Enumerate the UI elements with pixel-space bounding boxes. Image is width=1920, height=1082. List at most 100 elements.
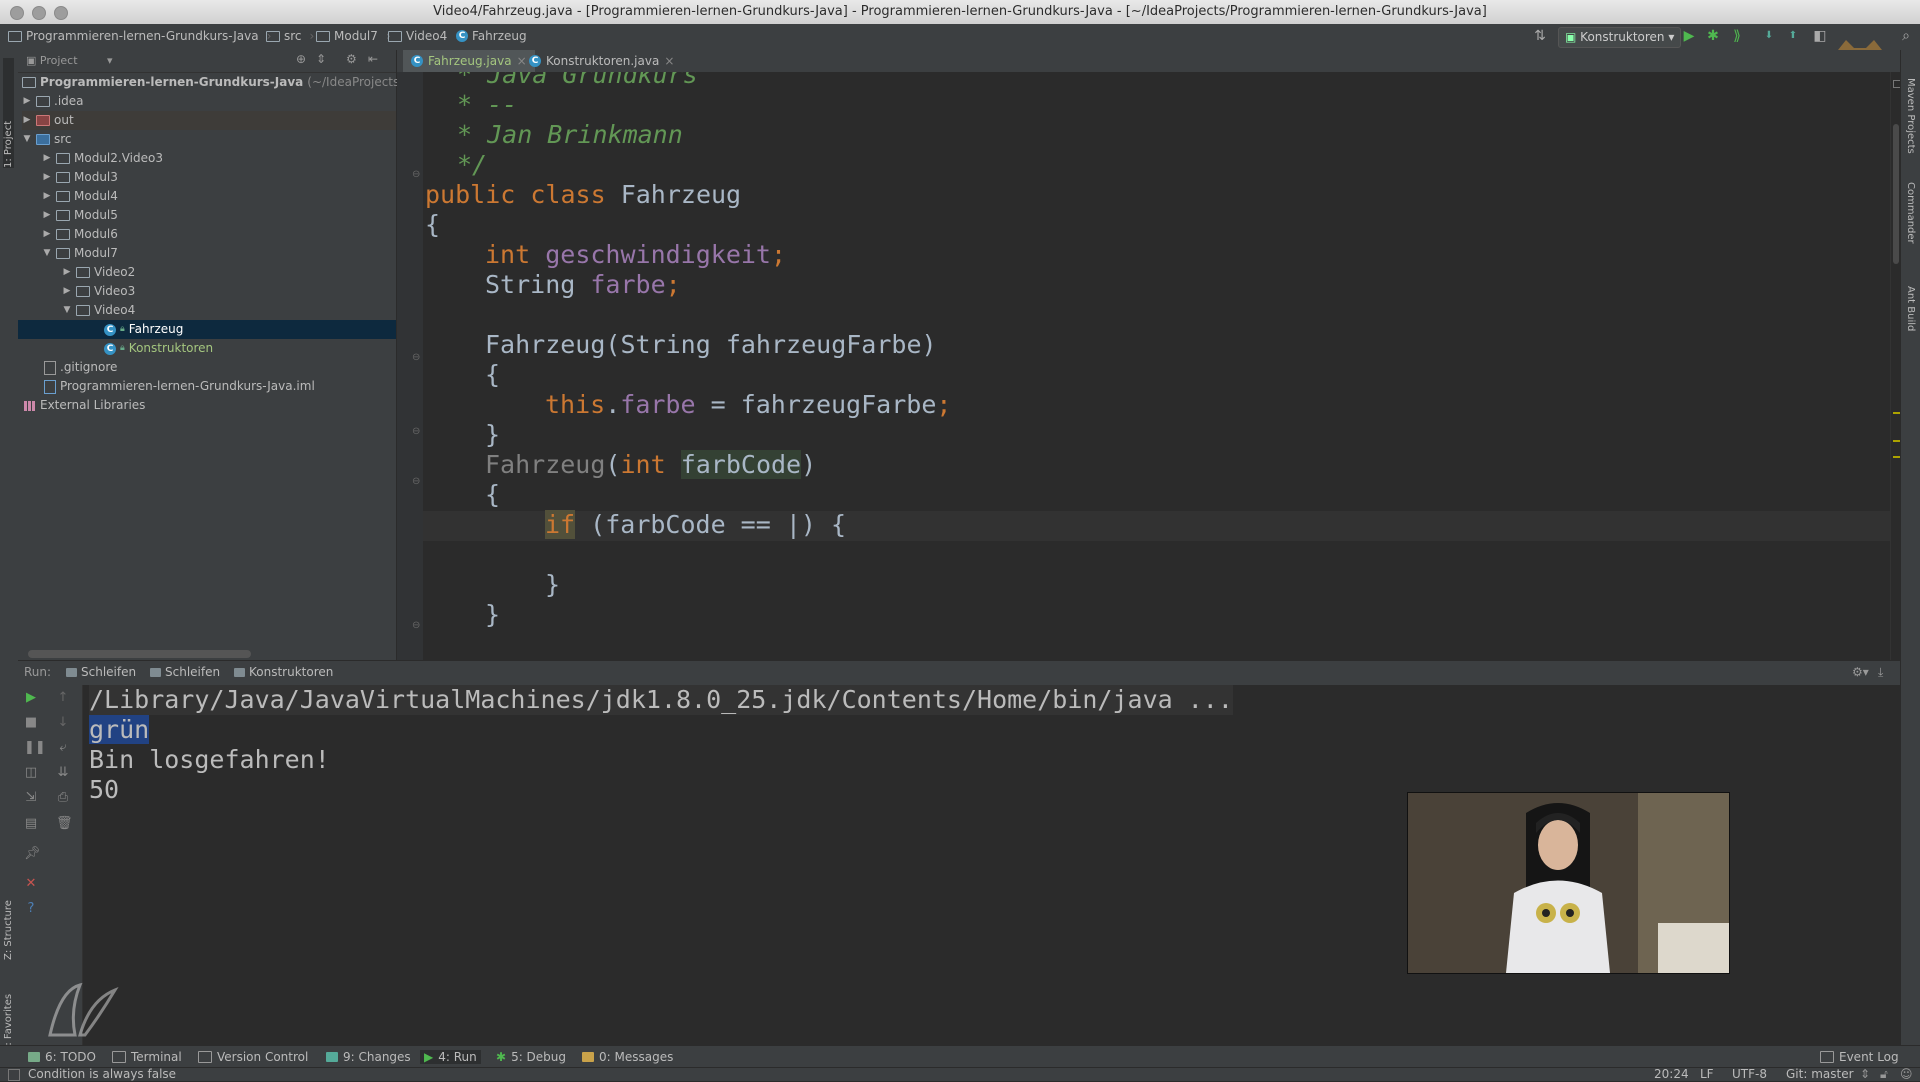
tree-item-video3[interactable]: ▶ Video3: [62, 282, 136, 301]
tree-item-gitignore[interactable]: .gitignore: [44, 358, 117, 377]
collapse-icon[interactable]: ⇕: [316, 52, 326, 66]
event-log-tool-button[interactable]: Event Log: [1820, 1050, 1899, 1064]
pin-icon[interactable]: 📌︎: [24, 847, 41, 861]
maven-projects-tool-button[interactable]: Maven Projects: [1905, 78, 1916, 188]
hide-panel-icon[interactable]: ⇤: [368, 52, 378, 66]
ant-build-tool-button[interactable]: Ant Build: [1905, 286, 1916, 366]
changes-icon: [326, 1052, 338, 1062]
caret-position[interactable]: 20:24: [1654, 1067, 1689, 1081]
run-configuration-select[interactable]: ▣ Konstruktoren ▾: [1558, 27, 1682, 48]
locate-icon[interactable]: ⊕: [296, 52, 306, 66]
module-file-icon: [44, 379, 56, 394]
version-control-tool-button[interactable]: Version Control: [198, 1050, 308, 1064]
rerun-icon[interactable]: ▶: [24, 691, 38, 705]
warning-marker[interactable]: [1893, 440, 1900, 442]
code-editor[interactable]: ⊖ ⊖ ⊖ ⊖ ⊖ * Java Grundkurs * -- * Jan Br…: [397, 72, 1890, 660]
tree-item-modul6[interactable]: ▶ Modul6: [42, 225, 118, 244]
scroll-to-end-icon[interactable]: ⇊: [56, 766, 70, 780]
tree-item-out[interactable]: ▶ out: [22, 111, 396, 130]
help-icon[interactable]: ?: [24, 902, 38, 916]
run-tab-schleifen-1[interactable]: Schleifen: [66, 665, 136, 679]
favorites-tool-button[interactable]: 2: Favorites: [3, 942, 14, 1052]
layout-icon[interactable]: ▤: [24, 817, 38, 831]
run-tab-schleifen-2[interactable]: Schleifen: [150, 665, 220, 679]
file-encoding[interactable]: UTF-8: [1732, 1067, 1767, 1081]
tree-item-idea[interactable]: ▶ .idea: [22, 92, 84, 111]
tree-item-video4[interactable]: ▼ Video4: [62, 301, 136, 320]
soft-wrap-icon[interactable]: ⤶: [56, 741, 70, 755]
breadcrumb-modul7[interactable]: Modul7 ›: [316, 29, 391, 43]
tree-item-modul7[interactable]: ▼ Modul7: [42, 244, 118, 263]
debug-tool-button[interactable]: ✱ 5: Debug: [496, 1050, 566, 1064]
terminal-tool-button[interactable]: Terminal: [112, 1050, 182, 1064]
tree-item-src[interactable]: ▼ src: [22, 130, 72, 149]
dump-threads-icon[interactable]: ◫: [24, 766, 38, 780]
status-message: Condition is always false: [28, 1067, 177, 1081]
close-icon[interactable]: ✕: [24, 877, 38, 891]
breadcrumb-project[interactable]: Programmieren-lernen-Grundkurs-Java ›: [8, 29, 271, 43]
folder-icon: [266, 30, 280, 42]
fold-marker-icon[interactable]: ⊖: [412, 620, 420, 631]
gear-icon[interactable]: ⚙: [346, 52, 357, 66]
fold-marker-icon[interactable]: ⊖: [412, 426, 420, 437]
close-icon[interactable]: ×: [664, 50, 674, 72]
tree-root[interactable]: Programmieren-lernen-Grundkurs-Java (~/I…: [22, 73, 411, 92]
commander-tool-button[interactable]: Commander: [1905, 182, 1916, 272]
tab-konstruktoren-java[interactable]: C Konstruktoren.java ×: [521, 50, 682, 72]
project-view-select[interactable]: ▣ Project ▾: [26, 54, 113, 67]
breadcrumb-video4[interactable]: Video4›: [388, 29, 460, 43]
stop-icon[interactable]: ■: [24, 716, 38, 730]
gear-icon[interactable]: ⚙▾: [1852, 665, 1869, 679]
tree-item-modul5[interactable]: ▶ Modul5: [42, 206, 118, 225]
package-icon: [76, 286, 90, 297]
fold-marker-icon[interactable]: ⊖: [412, 352, 420, 363]
messages-tool-button[interactable]: 0: Messages: [582, 1050, 673, 1064]
pause-icon[interactable]: ❚❚: [24, 741, 46, 755]
build-icon[interactable]: ⇅: [1532, 28, 1548, 44]
debug-icon[interactable]: ✱: [1705, 28, 1721, 44]
tree-item-fahrzeug[interactable]: C 🔒︎ Fahrzeug: [18, 320, 396, 339]
run-config-icon: ▣: [1565, 30, 1577, 44]
changes-tool-button[interactable]: 9: Changes: [326, 1050, 411, 1064]
tree-item-video2[interactable]: ▶ Video2: [62, 263, 136, 282]
todo-tool-button[interactable]: 6: TODO: [28, 1050, 96, 1064]
tree-item-konstruktoren[interactable]: C 🔒︎ Konstruktoren: [104, 339, 213, 358]
version-control-icon: [198, 1051, 212, 1063]
close-window-icon[interactable]: ⇲: [24, 791, 38, 805]
breadcrumb-fahrzeug[interactable]: C Fahrzeug: [456, 29, 527, 43]
arrow-down-icon[interactable]: ↓: [56, 716, 70, 730]
git-branch[interactable]: Git: master: [1786, 1067, 1854, 1081]
project-tool-button[interactable]: 1: Project: [3, 58, 14, 168]
print-icon[interactable]: ⎙: [56, 791, 70, 805]
scrollbar-thumb[interactable]: [1893, 124, 1899, 264]
tree-item-external-libraries[interactable]: External Libraries: [24, 396, 145, 415]
horizontal-scrollbar[interactable]: [28, 650, 251, 658]
search-everywhere-icon[interactable]: ⌕: [1898, 28, 1914, 44]
settings-icon[interactable]: ◧: [1812, 28, 1828, 44]
chevron-right-icon: ▶: [23, 96, 31, 106]
fold-marker-icon[interactable]: ⊖: [412, 169, 420, 180]
warning-marker[interactable]: [1893, 456, 1900, 458]
editor-gutter[interactable]: [397, 72, 423, 660]
warning-marker[interactable]: [1893, 412, 1900, 414]
lock-icon[interactable]: ⇕: [1860, 1067, 1870, 1081]
run-tab-konstruktoren[interactable]: Konstruktoren: [234, 665, 333, 679]
arrow-up-icon[interactable]: ↑: [56, 691, 70, 705]
tree-item-modul2-video3[interactable]: ▶ Modul2.Video3: [42, 149, 163, 168]
inspector-icon[interactable]: ☺: [1900, 1067, 1913, 1081]
coverage-icon[interactable]: ⟫: [1729, 28, 1745, 44]
tree-item-iml[interactable]: Programmieren-lernen-Grundkurs-Java.iml: [44, 377, 315, 396]
tree-item-modul3[interactable]: ▶ Modul3: [42, 168, 118, 187]
breadcrumb-src[interactable]: src ›: [266, 29, 314, 43]
vcs-commit-icon[interactable]: ⬆: [1785, 28, 1801, 44]
trash-icon[interactable]: 🗑︎: [56, 817, 73, 831]
toggle-tool-windows-icon[interactable]: [8, 1069, 20, 1081]
fold-marker-icon[interactable]: ⊖: [412, 476, 420, 487]
run-tool-button[interactable]: ▶ 4: Run: [420, 1050, 481, 1064]
vcs-update-icon[interactable]: ⬇: [1761, 28, 1777, 44]
hide-panel-icon[interactable]: ⤓: [1878, 665, 1883, 680]
run-icon[interactable]: ▶: [1681, 28, 1697, 44]
line-separator[interactable]: LF: [1700, 1067, 1714, 1081]
tab-fahrzeug-java[interactable]: C Fahrzeug.java ×: [403, 50, 535, 72]
tree-item-modul4[interactable]: ▶ Modul4: [42, 187, 118, 206]
